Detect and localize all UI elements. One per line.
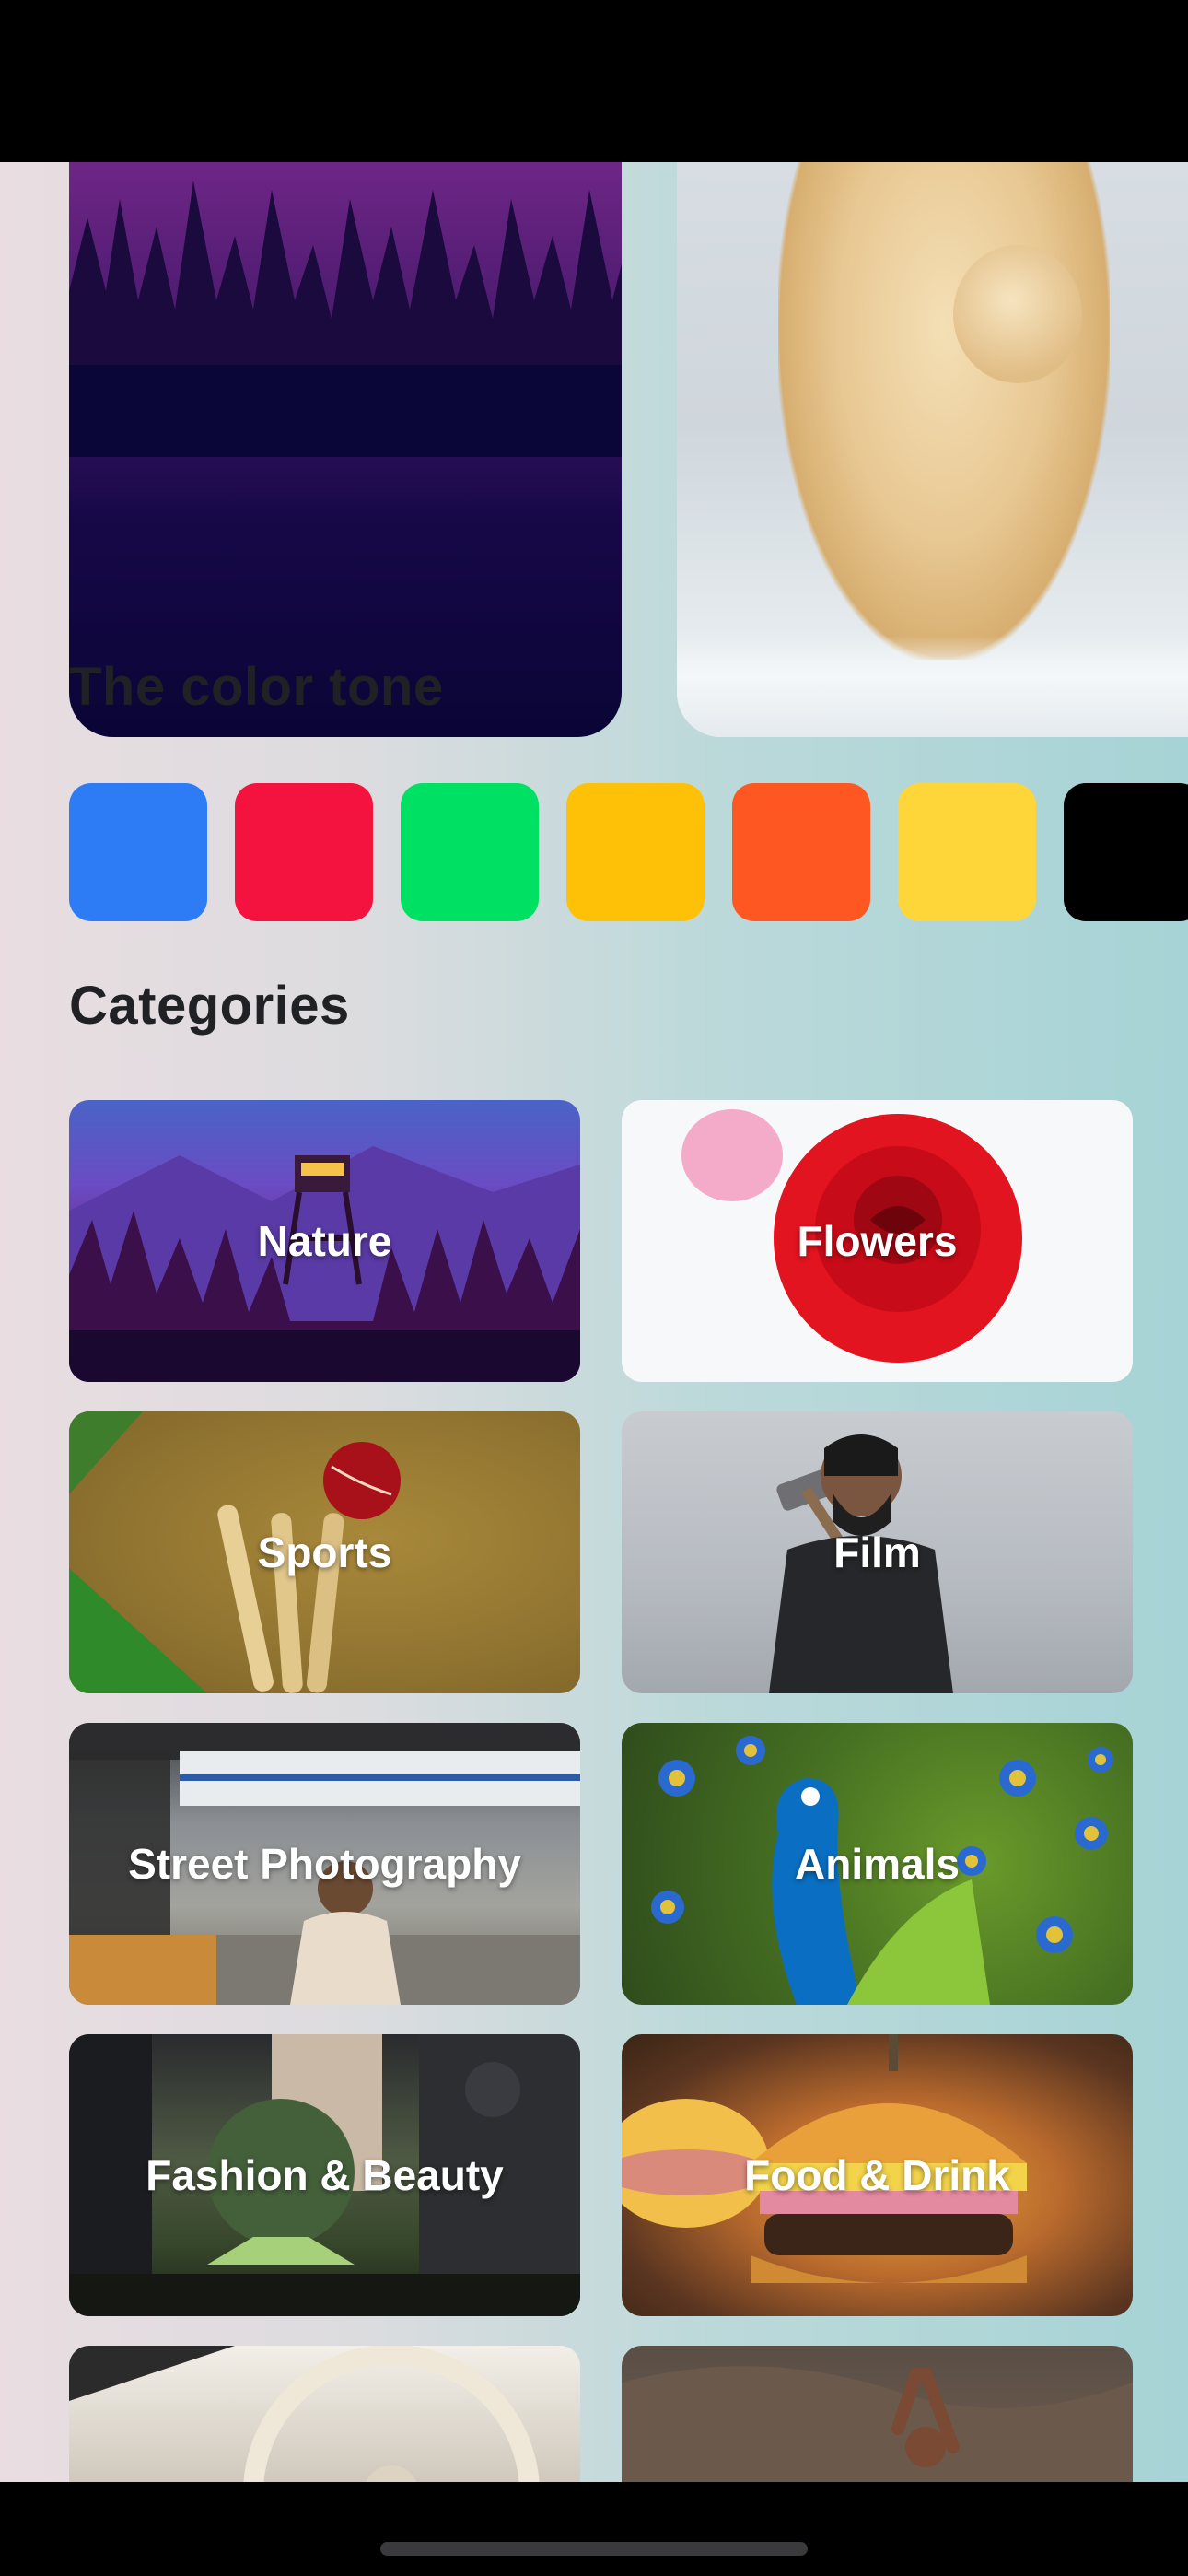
forest-silhouette <box>69 181 622 457</box>
climber-image <box>622 2366 1133 2482</box>
category-label: Flowers <box>797 1217 958 1265</box>
category-label: Fashion & Beauty <box>146 2151 504 2199</box>
category-label: Film <box>833 1528 921 1576</box>
snow-ground <box>677 636 1188 737</box>
category-card-fashion-beauty[interactable]: Fashion & Beauty <box>69 2034 580 2316</box>
color-tone-list[interactable] <box>69 783 1188 921</box>
status-bar <box>0 0 1188 162</box>
polar-bear-image <box>778 162 1110 660</box>
color-swatch-black[interactable] <box>1064 783 1188 921</box>
color-tone-heading: The color tone <box>69 657 444 717</box>
category-label: Animals <box>795 1840 960 1888</box>
color-swatch-blue[interactable] <box>69 783 207 921</box>
color-swatch-red[interactable] <box>235 783 373 921</box>
steering-wheel-image <box>69 2346 540 2482</box>
category-card-animals[interactable]: Animals <box>622 1723 1133 2005</box>
wallpaper-card-forest[interactable] <box>69 162 622 737</box>
color-swatch-orange[interactable] <box>732 783 870 921</box>
home-indicator[interactable] <box>380 2542 808 2556</box>
categories-heading: Categories <box>69 976 350 1036</box>
bottom-safe-area <box>0 2482 1188 2576</box>
category-card-film[interactable]: Film <box>622 1411 1133 1693</box>
category-card-sports[interactable]: Sports <box>69 1411 580 1693</box>
category-card-flowers[interactable]: Flowers <box>622 1100 1133 1382</box>
category-card-nature[interactable]: Nature <box>69 1100 580 1382</box>
polar-bear-paw <box>953 245 1082 383</box>
category-card-vintage-car[interactable] <box>69 2346 580 2482</box>
color-swatch-yellow[interactable] <box>898 783 1036 921</box>
scroll-content[interactable]: The color tone Categories Nature Flowers… <box>0 162 1188 2482</box>
category-card-food-drink[interactable]: Food & Drink <box>622 2034 1133 2316</box>
category-card-street-photography[interactable]: Street Photography <box>69 1723 580 2005</box>
wallpaper-card-polar-bear[interactable] <box>677 162 1188 737</box>
color-swatch-amber[interactable] <box>566 783 705 921</box>
category-label: Nature <box>257 1217 392 1265</box>
category-card-rock-climbing[interactable] <box>622 2346 1133 2482</box>
category-label: Food & Drink <box>744 2151 1010 2199</box>
color-swatch-green[interactable] <box>401 783 539 921</box>
category-label: Sports <box>257 1528 392 1576</box>
category-label: Street Photography <box>128 1840 521 1888</box>
